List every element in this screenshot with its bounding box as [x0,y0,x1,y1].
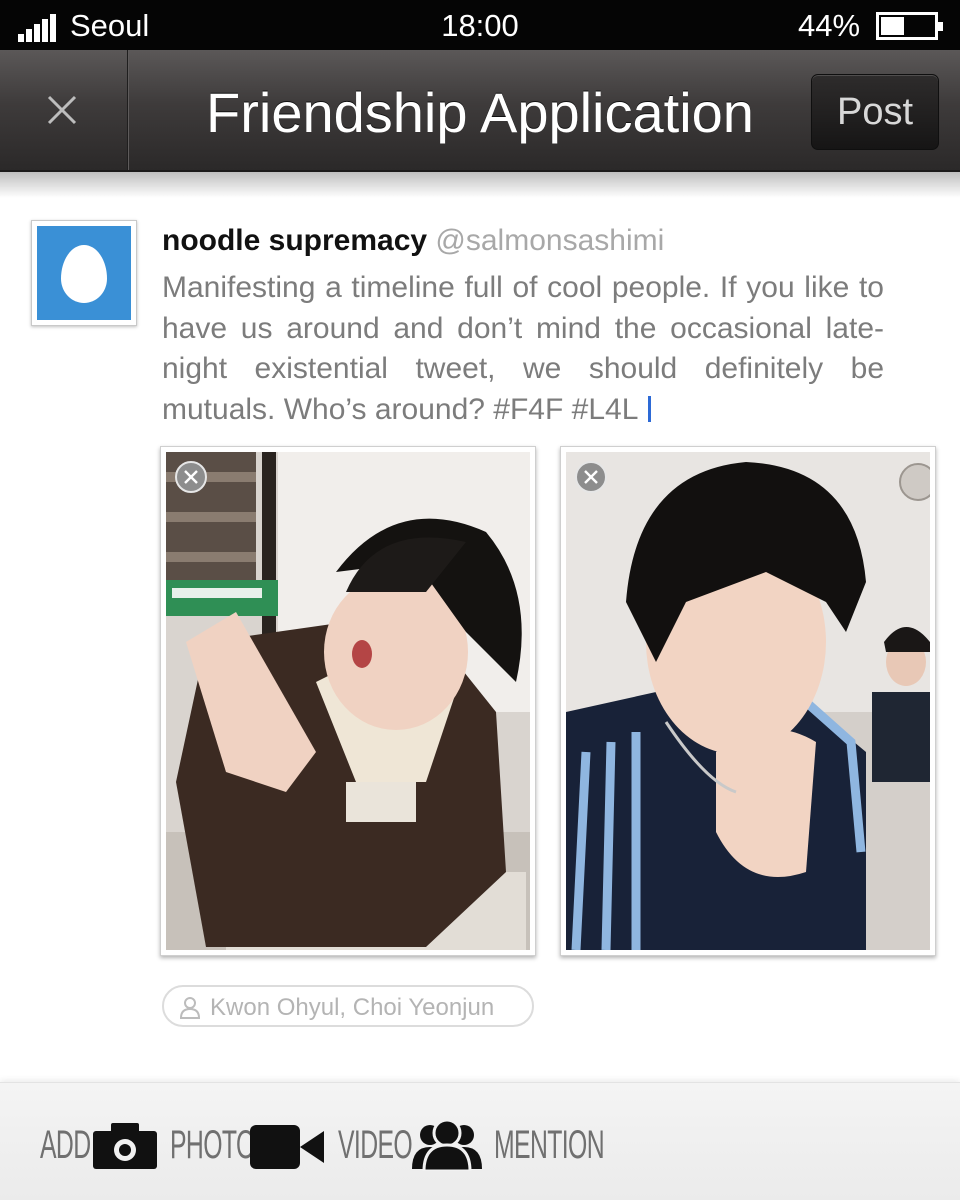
post-button[interactable]: Post [811,74,939,150]
remove-photo-button[interactable] [575,461,607,493]
header-shadow [0,172,960,198]
tagged-people-label: Kwon Ohyul, Choi Yeonjun [210,994,495,1021]
attached-photo-2[interactable] [560,446,936,956]
people-icon[interactable] [412,1119,482,1171]
battery-icon [876,12,943,40]
camera-icon[interactable] [93,1123,157,1169]
battery-level [881,17,904,35]
status-bar: Seoul 18:00 44% [0,0,960,50]
photo-image [166,452,530,950]
battery-percentage: 44% [798,8,861,43]
attached-photo-1[interactable] [160,446,536,956]
mention-button[interactable]: MENTION [494,1123,605,1168]
default-egg-avatar [37,226,131,320]
remove-icon [184,470,198,484]
egg-icon [61,245,107,303]
user-handle: @salmonsashimi [435,224,665,257]
tagged-people-button[interactable]: Kwon Ohyul, Choi Yeonjun [162,985,534,1027]
remove-icon [584,470,598,484]
add-photo-button[interactable]: PHOTO [170,1123,255,1168]
remove-photo-button[interactable] [175,461,207,493]
add-label: ADD [40,1123,91,1167]
tweet-text: Manifesting a timeline full of cool peop… [162,271,884,426]
avatar[interactable] [31,220,137,326]
photo-image [566,452,930,950]
media-toolbar: ADD PHOTO VIDEO MENTION [0,1082,960,1200]
person-icon [179,997,201,1019]
compose-header: Friendship Application Post [0,50,960,172]
display-name: noodle supremacy [162,224,428,257]
tweet-author: noodle supremacy @salmonsashimi [162,224,664,258]
tweet-text-input[interactable]: Manifesting a timeline full of cool peop… [162,268,884,430]
text-cursor [648,395,652,422]
video-camera-icon[interactable] [250,1125,324,1169]
add-video-button[interactable]: VIDEO [338,1123,413,1168]
